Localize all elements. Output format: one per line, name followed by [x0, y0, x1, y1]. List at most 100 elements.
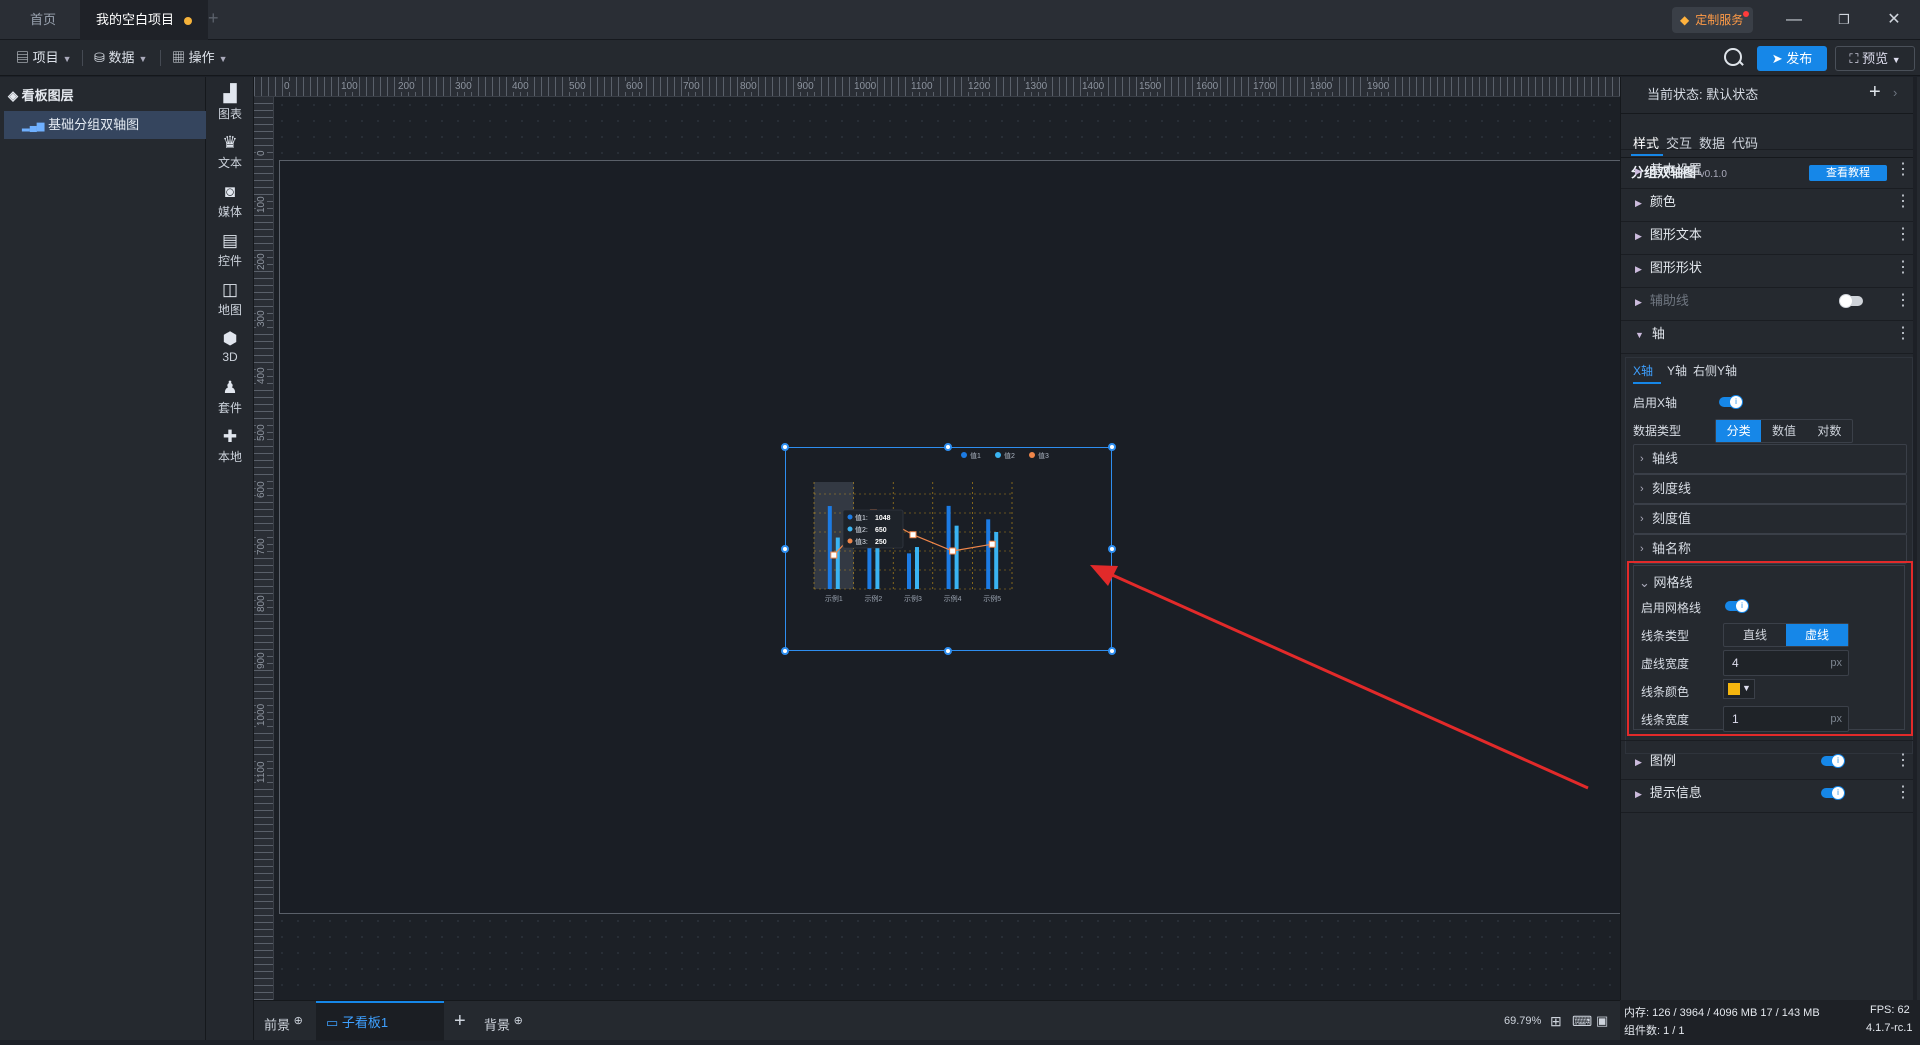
section-guide-label: 辅助线	[1649, 293, 1689, 308]
subsection-tick-line[interactable]: › 刻度线	[1633, 474, 1907, 504]
zoom-level[interactable]: 69.79%	[1504, 1001, 1541, 1041]
ruler-tick-label: 1400	[1081, 81, 1106, 92]
scrollbar[interactable]	[1913, 77, 1917, 1000]
menu-operate[interactable]: ▦ 操作 ▼	[164, 40, 236, 76]
subsection-axis-name[interactable]: › 轴名称	[1633, 534, 1907, 564]
preview-button[interactable]: ⛶ 预览 ▼	[1835, 46, 1915, 71]
publish-button[interactable]: ➤ 发布	[1757, 46, 1827, 71]
grid-section-header[interactable]: ⌄ 网格线	[1639, 572, 1693, 591]
section-shape-text-label: 图形文本	[1649, 227, 1702, 242]
bar-chart-icon: ▂▄▆	[22, 121, 45, 132]
custom-service-button[interactable]: ◆ 定制服务	[1672, 7, 1754, 33]
guide-toggle[interactable]	[1839, 294, 1863, 308]
axis-tab[interactable]: X轴	[1633, 362, 1653, 379]
tooltip-series: 值3:	[855, 537, 868, 546]
search-icon[interactable]	[1724, 48, 1744, 66]
menu-operate-label: 操作	[188, 50, 215, 65]
ruler-tick-label: 0	[256, 149, 267, 157]
new-tab-plus-icon[interactable]: +	[208, 8, 219, 29]
line-point	[988, 540, 996, 548]
cube-icon: ⬢	[222, 329, 238, 348]
legend-label: 值3	[1038, 451, 1049, 460]
restore-icon[interactable]: ❐	[1826, 6, 1862, 34]
chevron-right-icon[interactable]: ›	[1893, 85, 1897, 100]
tab-background[interactable]: 背景 ⊕	[484, 1001, 523, 1041]
bar	[875, 547, 880, 589]
tool-label: 媒体	[217, 205, 242, 219]
send-icon: ➤	[1771, 51, 1783, 66]
resize-handle[interactable]	[781, 545, 789, 553]
caret-right-icon: ▶	[1635, 166, 1642, 176]
tab-project-label: 我的空白项目	[96, 12, 175, 27]
subsection-label: 刻度值	[1652, 511, 1692, 526]
legend-toggle[interactable]: i	[1821, 754, 1845, 768]
x-tick-label: 示例5	[983, 594, 1001, 603]
chevron-right-icon: ›	[1640, 513, 1644, 525]
tool-puzzle[interactable]: ✚ 本地	[206, 420, 254, 480]
ruler-tick-label: 100	[256, 195, 267, 214]
resize-handle[interactable]	[1108, 443, 1116, 451]
enable-grid-toggle[interactable]: i	[1725, 599, 1749, 613]
axis-tab[interactable]: Y轴	[1667, 362, 1687, 379]
add-board-plus-icon[interactable]: +	[454, 1001, 466, 1041]
preview-label: 预览	[1862, 51, 1889, 66]
add-circle-icon[interactable]: ⊕	[514, 1015, 523, 1027]
subsection-label: 刻度线	[1652, 481, 1692, 496]
menu-data-label: 数据	[108, 50, 135, 65]
subsection-tick-value[interactable]: › 刻度值	[1633, 504, 1907, 534]
subsection-axis-line[interactable]: › 轴线	[1633, 444, 1907, 474]
fit-screen-icon[interactable]: ⊞	[1550, 1001, 1562, 1041]
tooltip-series: 值2:	[855, 525, 868, 534]
tooltip-value: 250	[875, 539, 887, 546]
tool-label: 控件	[217, 254, 242, 268]
ruler-tick-label: 700	[256, 537, 267, 556]
add-state-plus-icon[interactable]: +	[1869, 81, 1881, 104]
enable-x-toggle[interactable]: i	[1719, 395, 1743, 409]
terminal-icon[interactable]: ▣	[1596, 1001, 1608, 1041]
resize-handle[interactable]	[944, 647, 952, 655]
bar	[835, 537, 840, 589]
resize-handle[interactable]	[781, 443, 789, 451]
layer-item[interactable]: ▂▄▆ 基础分组双轴图	[4, 111, 206, 139]
tab-foreground[interactable]: 前景 ⊕	[264, 1001, 303, 1041]
resize-handle[interactable]	[781, 647, 789, 655]
data-type-option[interactable]: 对数	[1807, 420, 1852, 442]
resize-handle[interactable]	[944, 443, 952, 451]
ruler-tick-label: 600	[625, 81, 644, 92]
more-icon[interactable]: ⋮	[1895, 773, 1911, 813]
line-color-picker[interactable]: ▼	[1723, 679, 1755, 699]
line-width-input[interactable]: 1 px	[1723, 706, 1849, 732]
section-axis[interactable]: ▼ 轴 ⋮	[1621, 314, 1917, 354]
section-tooltip[interactable]: ▶ 提示信息 i ⋮	[1621, 773, 1917, 813]
line-type-option[interactable]: 虚线	[1786, 624, 1848, 646]
tab-home-label: 首页	[30, 12, 57, 27]
color-swatch	[1728, 683, 1740, 695]
chart-widget[interactable]: 示例1 示例2 示例3 示例4 示例5 值1 值2 值3 值1: 1048 值2: 650 值3: 250	[785, 447, 1112, 651]
line-point	[830, 551, 838, 559]
x-tick-label: 示例2	[864, 594, 882, 603]
menu-data[interactable]: ⛁ 数据 ▼	[86, 40, 155, 76]
tab-sub-board[interactable]: ▭ 子看板1	[316, 1001, 444, 1041]
axis-tab[interactable]: 右侧Y轴	[1693, 362, 1737, 379]
fullscreen-icon: ⛶	[1849, 51, 1859, 66]
ruler-tick-label: 700	[682, 81, 701, 92]
tooltip-marker	[847, 526, 853, 532]
more-icon[interactable]: ⋮	[1895, 314, 1911, 354]
add-circle-icon[interactable]: ⊕	[294, 1015, 303, 1027]
line-type-option[interactable]: 直线	[1724, 624, 1786, 646]
keyboard-icon[interactable]: ⌨	[1572, 1001, 1592, 1041]
tooltip-toggle[interactable]: i	[1821, 786, 1845, 800]
caret-right-icon: ▶	[1635, 231, 1642, 241]
resize-handle[interactable]	[1108, 545, 1116, 553]
data-type-option[interactable]: 数值	[1761, 420, 1806, 442]
minimize-icon[interactable]: —	[1776, 6, 1812, 34]
grid-icon: ▦	[172, 50, 186, 65]
close-icon[interactable]: ✕	[1876, 6, 1912, 34]
tab-project[interactable]: 我的空白项目	[80, 0, 209, 40]
line-point	[949, 547, 957, 555]
data-type-option[interactable]: 分类	[1716, 420, 1762, 442]
menu-project[interactable]: ▤ 项目 ▼	[8, 40, 80, 76]
dash-width-input[interactable]: 4 px	[1723, 650, 1849, 676]
section-tooltip-label: 提示信息	[1649, 785, 1702, 800]
tab-home[interactable]: 首页	[14, 0, 72, 40]
